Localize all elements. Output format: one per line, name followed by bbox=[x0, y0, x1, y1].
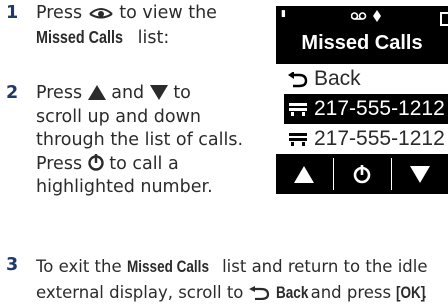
step-3-exit: To exit the bbox=[36, 257, 122, 276]
scroll-up-key[interactable] bbox=[276, 154, 332, 194]
step-3-return: list and return to the idle bbox=[222, 257, 428, 276]
step-1-press: Press bbox=[36, 3, 83, 23]
step-2-line5: highlighted number. bbox=[36, 177, 213, 197]
up-arrow-icon bbox=[294, 166, 314, 183]
nav-key-icon bbox=[88, 8, 113, 19]
battery-icon bbox=[440, 12, 448, 26]
back-term: Back bbox=[275, 284, 309, 302]
call-number: 217-555-1212 ... bbox=[314, 97, 448, 120]
call-number: 217-555-1212 ... bbox=[314, 127, 448, 150]
missed-calls-term: Missed Calls bbox=[36, 27, 123, 47]
call-icon bbox=[353, 165, 371, 184]
step-3-number: 3 bbox=[6, 255, 19, 275]
back-item[interactable]: Back bbox=[284, 64, 448, 94]
step-2-line2: scroll up and down bbox=[36, 106, 202, 127]
down-arrow-icon bbox=[410, 166, 430, 183]
step-3-press: and press bbox=[310, 283, 392, 302]
display-header: ▮ Missed Calls bbox=[276, 6, 448, 64]
back-icon bbox=[248, 286, 269, 300]
back-label: Back bbox=[314, 67, 361, 90]
external-display: ▮ Missed Calls Back 217-555-1212 ... bbox=[276, 6, 448, 194]
up-arrow-icon bbox=[87, 85, 106, 100]
step-2-call-a: to call a bbox=[109, 153, 179, 174]
display-title: Missed Calls bbox=[301, 32, 423, 54]
step-2-number: 2 bbox=[6, 83, 19, 103]
step-3-scroll: external display, scroll to bbox=[36, 283, 244, 302]
step-2-text: Press and to scroll up and down through … bbox=[36, 82, 272, 200]
call-key[interactable] bbox=[334, 154, 390, 194]
step-2-line3: through the list of calls. bbox=[36, 130, 244, 150]
step-1-view: to view the bbox=[119, 3, 217, 23]
missed-call-icon bbox=[289, 133, 307, 146]
step-1-list: list: bbox=[137, 28, 170, 48]
down-arrow-icon bbox=[149, 85, 168, 100]
step-3-text: To exit the Missed Calls list and return… bbox=[36, 254, 446, 306]
scroll-down-key[interactable] bbox=[392, 154, 448, 194]
softkey-bar bbox=[276, 154, 448, 194]
missed-call-icon bbox=[289, 103, 307, 116]
step-2-press: Press bbox=[36, 83, 83, 103]
step-2-press-call: Press bbox=[36, 153, 83, 174]
missed-calls-term-2: Missed Calls bbox=[126, 258, 209, 276]
step-2-to: to bbox=[173, 83, 191, 103]
step-1-number: 1 bbox=[6, 3, 19, 23]
back-arrow-icon bbox=[288, 72, 308, 88]
ok-key-term: [OK] bbox=[396, 284, 426, 302]
step-2-and: and bbox=[111, 83, 145, 103]
call-list-item-2[interactable]: 217-555-1212 ... bbox=[284, 124, 448, 154]
signal-icon: ▮ bbox=[281, 9, 286, 19]
voicemail-network-icons bbox=[351, 10, 381, 22]
step-1-text: Press to view the Missed Calls list: bbox=[36, 2, 272, 49]
call-list-item-1[interactable]: 217-555-1212 ... bbox=[284, 94, 448, 124]
center-key-icon bbox=[87, 153, 104, 171]
